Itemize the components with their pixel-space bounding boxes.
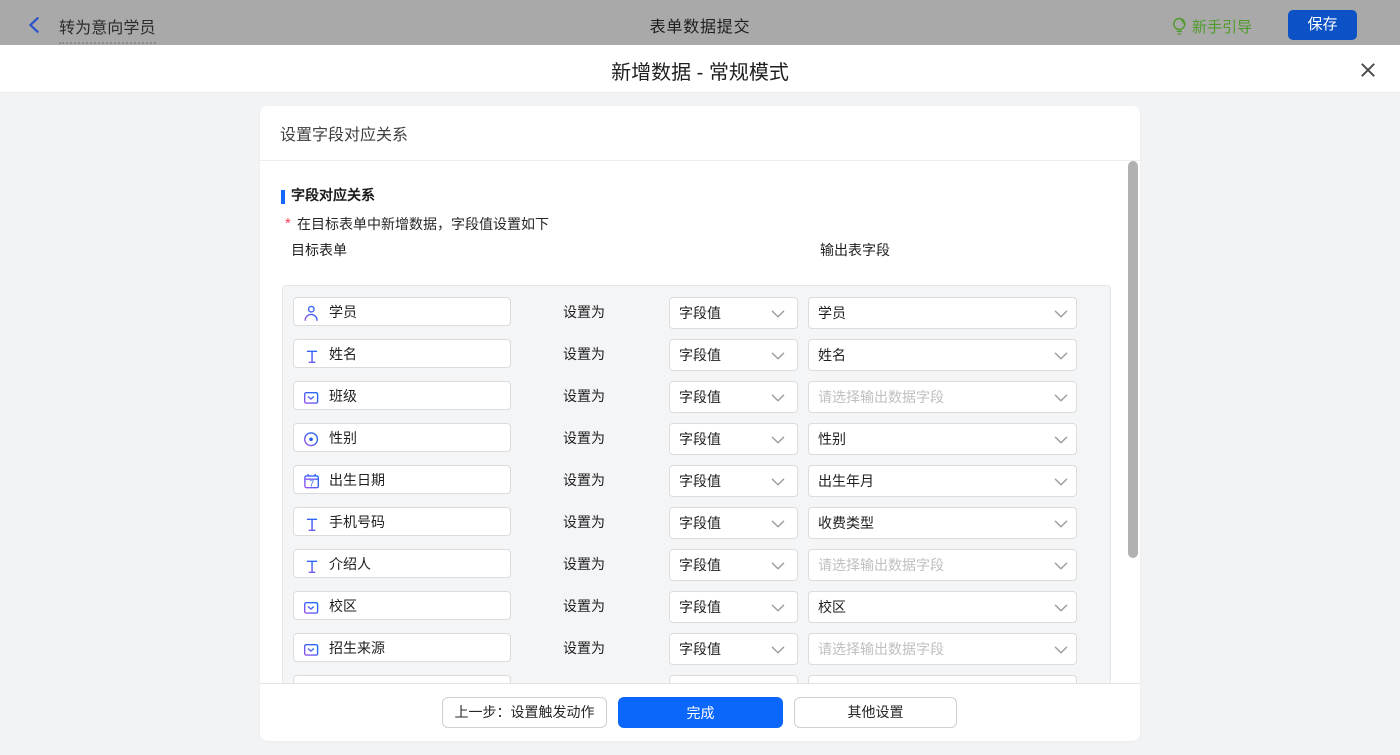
svg-text:7: 7	[309, 479, 314, 489]
